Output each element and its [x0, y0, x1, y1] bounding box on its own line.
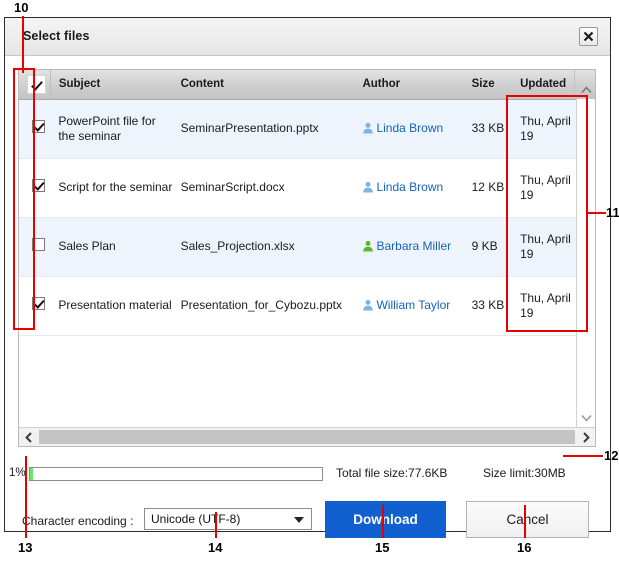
cell-size: 33 KB: [463, 99, 513, 159]
scroll-right-button[interactable]: [576, 428, 595, 446]
author-link[interactable]: William Taylor: [362, 298, 450, 312]
annotation-leader-12: [563, 455, 603, 457]
annotation-marker-10: 10: [14, 0, 29, 15]
annotation-marker-11: 11: [606, 205, 619, 220]
annotation-leader-11: [588, 212, 606, 214]
author-name: Barbara Miller: [376, 239, 452, 253]
chevron-up-icon: [580, 86, 592, 94]
cell-content: Presentation_for_Cybozu.pptx: [172, 276, 355, 336]
annotation-leader-10: [22, 16, 24, 73]
cell-content: SeminarScript.docx: [172, 158, 355, 218]
cell-size: 9 KB: [463, 217, 513, 277]
annotation-marker-12: 12: [604, 448, 619, 463]
total-file-size-label: Total file size:77.6KB: [336, 466, 448, 480]
annotation-leader-13: [25, 456, 27, 538]
column-header-size[interactable]: Size: [463, 70, 513, 100]
cell-subject: Sales Plan: [50, 217, 173, 277]
annotation-leader-14: [215, 512, 217, 538]
character-encoding-label: Character encoding :: [22, 514, 134, 528]
cell-content: Sales_Projection.xlsx: [172, 217, 355, 277]
annotation-box-10: [13, 68, 35, 330]
annotation-leader-15: [382, 505, 384, 538]
annotation-leader-16: [524, 505, 526, 538]
person-icon: [363, 181, 374, 193]
upload-progress-bar: [29, 467, 323, 481]
cell-author: Barbara Miller: [354, 217, 464, 277]
screenshot-root: Select files Subject Content Author Size…: [0, 0, 619, 568]
person-icon: [363, 299, 374, 311]
person-icon: [363, 240, 374, 252]
character-encoding-select[interactable]: Unicode (UTF-8): [144, 508, 312, 530]
chevron-down-icon: [294, 517, 304, 523]
annotation-box-11: [506, 95, 588, 332]
cell-subject: PowerPoint file for the seminar: [50, 99, 173, 159]
chevron-right-icon: [582, 431, 590, 443]
cell-author: William Taylor: [354, 276, 464, 336]
size-limit-label: Size limit:30MB: [483, 466, 566, 480]
download-button[interactable]: Download: [325, 501, 446, 538]
annotation-marker-15: 15: [375, 540, 390, 555]
chevron-left-icon: [24, 431, 32, 443]
scroll-down-button[interactable]: [577, 409, 595, 427]
progress-percent-label: 1%: [9, 467, 26, 479]
annotation-marker-16: 16: [517, 540, 532, 555]
cell-size: 33 KB: [463, 276, 513, 336]
cell-subject: Script for the seminar: [50, 158, 173, 218]
cell-author: Linda Brown: [354, 158, 464, 218]
author-name: William Taylor: [376, 298, 451, 312]
author-name: Linda Brown: [376, 121, 444, 135]
cell-subject: Presentation material: [50, 276, 173, 336]
person-icon: [363, 122, 374, 134]
close-icon[interactable]: [579, 27, 598, 46]
scroll-left-button[interactable]: [19, 428, 38, 446]
cell-size: 12 KB: [463, 158, 513, 218]
column-header-author[interactable]: Author: [354, 70, 464, 100]
author-link[interactable]: Barbara Miller: [362, 239, 451, 253]
column-header-content[interactable]: Content: [172, 70, 355, 100]
author-name: Linda Brown: [376, 180, 444, 194]
horizontal-scrollbar[interactable]: [19, 427, 595, 446]
chevron-down-icon: [580, 415, 592, 422]
author-link[interactable]: Linda Brown: [362, 180, 443, 194]
close-glyph: [583, 31, 594, 42]
cancel-button[interactable]: Cancel: [466, 501, 589, 538]
dialog-titlebar: Select files: [5, 18, 610, 56]
cell-content: SeminarPresentation.pptx: [172, 99, 355, 159]
annotation-marker-14: 14: [208, 540, 223, 555]
progress-bar-fill: [30, 468, 33, 480]
cell-author: Linda Brown: [354, 99, 464, 159]
column-header-subject[interactable]: Subject: [50, 70, 173, 100]
horizontal-scroll-thumb[interactable]: [39, 430, 575, 444]
annotation-marker-13: 13: [18, 540, 33, 555]
author-link[interactable]: Linda Brown: [362, 121, 443, 135]
character-encoding-value: Unicode (UTF-8): [151, 512, 241, 526]
dialog-title: Select files: [23, 29, 90, 43]
